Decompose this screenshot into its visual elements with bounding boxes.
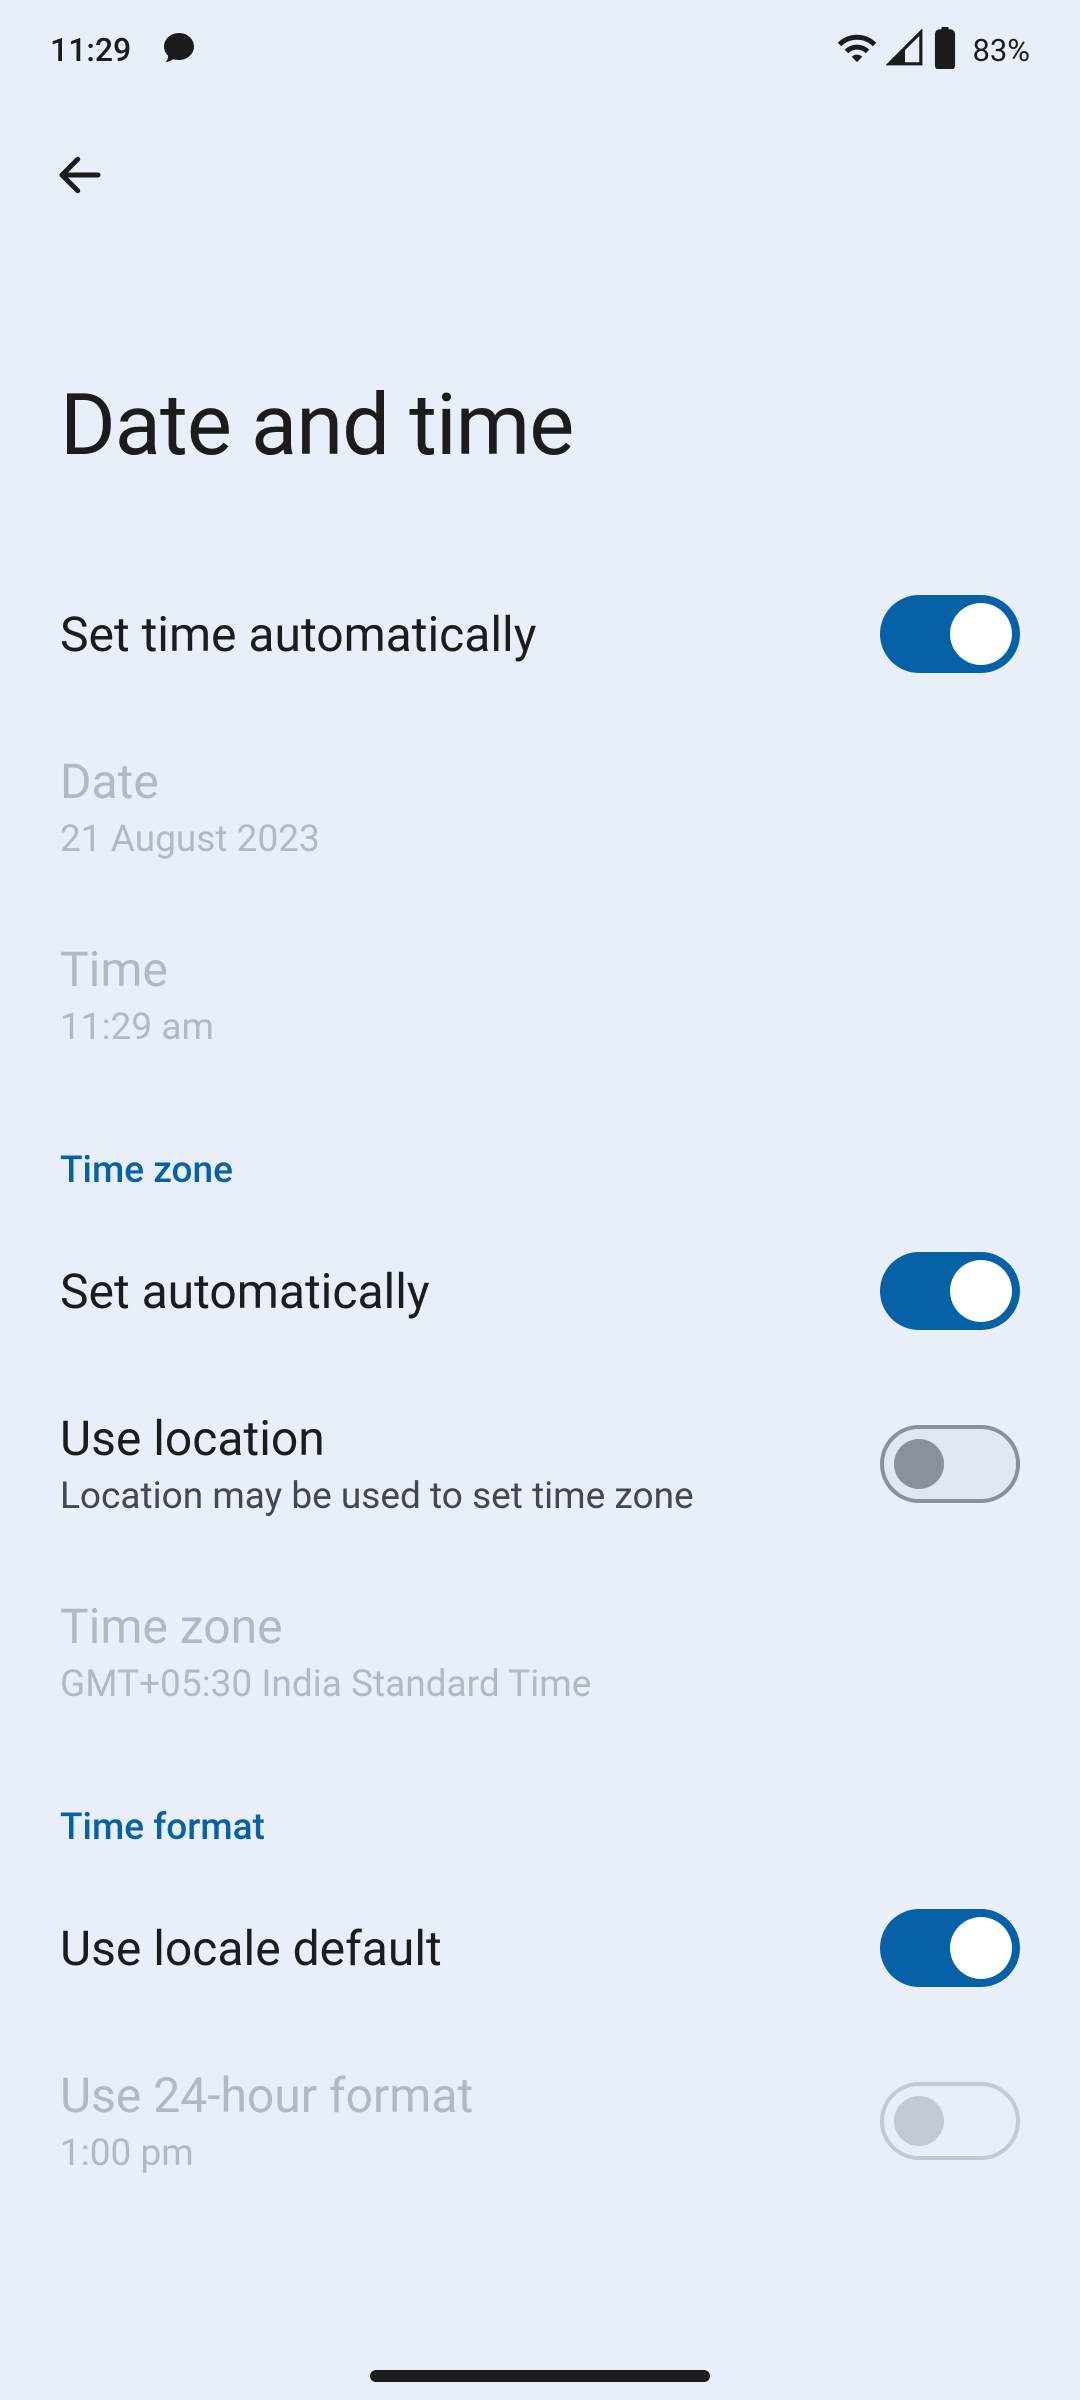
wifi-icon xyxy=(836,27,878,73)
setting-label: Use 24-hour format xyxy=(60,2067,880,2124)
setting-content: Set time automatically xyxy=(60,606,880,663)
setting-value: 21 August 2023 xyxy=(60,818,1020,861)
setting-value: GMT+05:30 India Standard Time xyxy=(60,1663,1020,1706)
setting-label: Set time automatically xyxy=(60,606,880,663)
setting-content: Time 11:29 am xyxy=(60,941,1020,1049)
use-24h-toggle xyxy=(880,2082,1020,2160)
timeformat-section-header: Time format xyxy=(0,1746,1080,1869)
status-right: 83% xyxy=(836,27,1030,73)
arrow-left-icon xyxy=(53,148,107,202)
setting-content: Use locale default xyxy=(60,1920,880,1977)
date-row: Date 21 August 2023 xyxy=(0,713,1080,901)
setting-label: Time zone xyxy=(60,1598,1020,1655)
setting-value: 1:00 pm xyxy=(60,2132,880,2175)
setting-label: Set automatically xyxy=(60,1263,880,1320)
use-location-row[interactable]: Use location Location may be used to set… xyxy=(0,1370,1080,1558)
battery-icon xyxy=(932,27,958,73)
setting-label: Use location xyxy=(60,1410,880,1467)
use-locale-row[interactable]: Use locale default xyxy=(0,1869,1080,2027)
setting-content: Date 21 August 2023 xyxy=(60,753,1020,861)
time-row: Time 11:29 am xyxy=(0,901,1080,1089)
signal-icon xyxy=(886,29,924,71)
page-header: Date and time xyxy=(0,225,1080,555)
set-time-auto-row[interactable]: Set time automatically xyxy=(0,555,1080,713)
set-time-auto-toggle[interactable] xyxy=(880,595,1020,673)
setting-content: Use location Location may be used to set… xyxy=(60,1410,880,1518)
section-title: Time zone xyxy=(60,1149,1020,1192)
setting-label: Date xyxy=(60,753,1020,810)
setting-label: Use locale default xyxy=(60,1920,880,1977)
status-left: 11:29 xyxy=(50,30,197,70)
section-title: Time format xyxy=(60,1806,1020,1849)
setting-content: Time zone GMT+05:30 India Standard Time xyxy=(60,1598,1020,1706)
setting-label: Time xyxy=(60,941,1020,998)
status-bar: 11:29 83% xyxy=(0,0,1080,90)
set-tz-auto-row[interactable]: Set automatically xyxy=(0,1212,1080,1370)
status-time: 11:29 xyxy=(50,31,131,69)
setting-value: 11:29 am xyxy=(60,1006,1020,1049)
navigation-handle[interactable] xyxy=(370,2370,710,2382)
battery-percent: 83% xyxy=(972,32,1030,69)
set-tz-auto-toggle[interactable] xyxy=(880,1252,1020,1330)
back-button[interactable] xyxy=(50,145,110,205)
nav-back-container xyxy=(0,90,1080,225)
page-title: Date and time xyxy=(60,375,1020,475)
setting-content: Set automatically xyxy=(60,1263,880,1320)
use-locale-toggle[interactable] xyxy=(880,1909,1020,1987)
setting-subtitle: Location may be used to set time zone xyxy=(60,1475,880,1518)
timezone-section-header: Time zone xyxy=(0,1089,1080,1212)
use-location-toggle[interactable] xyxy=(880,1425,1020,1503)
chat-icon xyxy=(161,30,197,70)
timezone-row: Time zone GMT+05:30 India Standard Time xyxy=(0,1558,1080,1746)
setting-content: Use 24-hour format 1:00 pm xyxy=(60,2067,880,2175)
use-24h-row: Use 24-hour format 1:00 pm xyxy=(0,2027,1080,2215)
